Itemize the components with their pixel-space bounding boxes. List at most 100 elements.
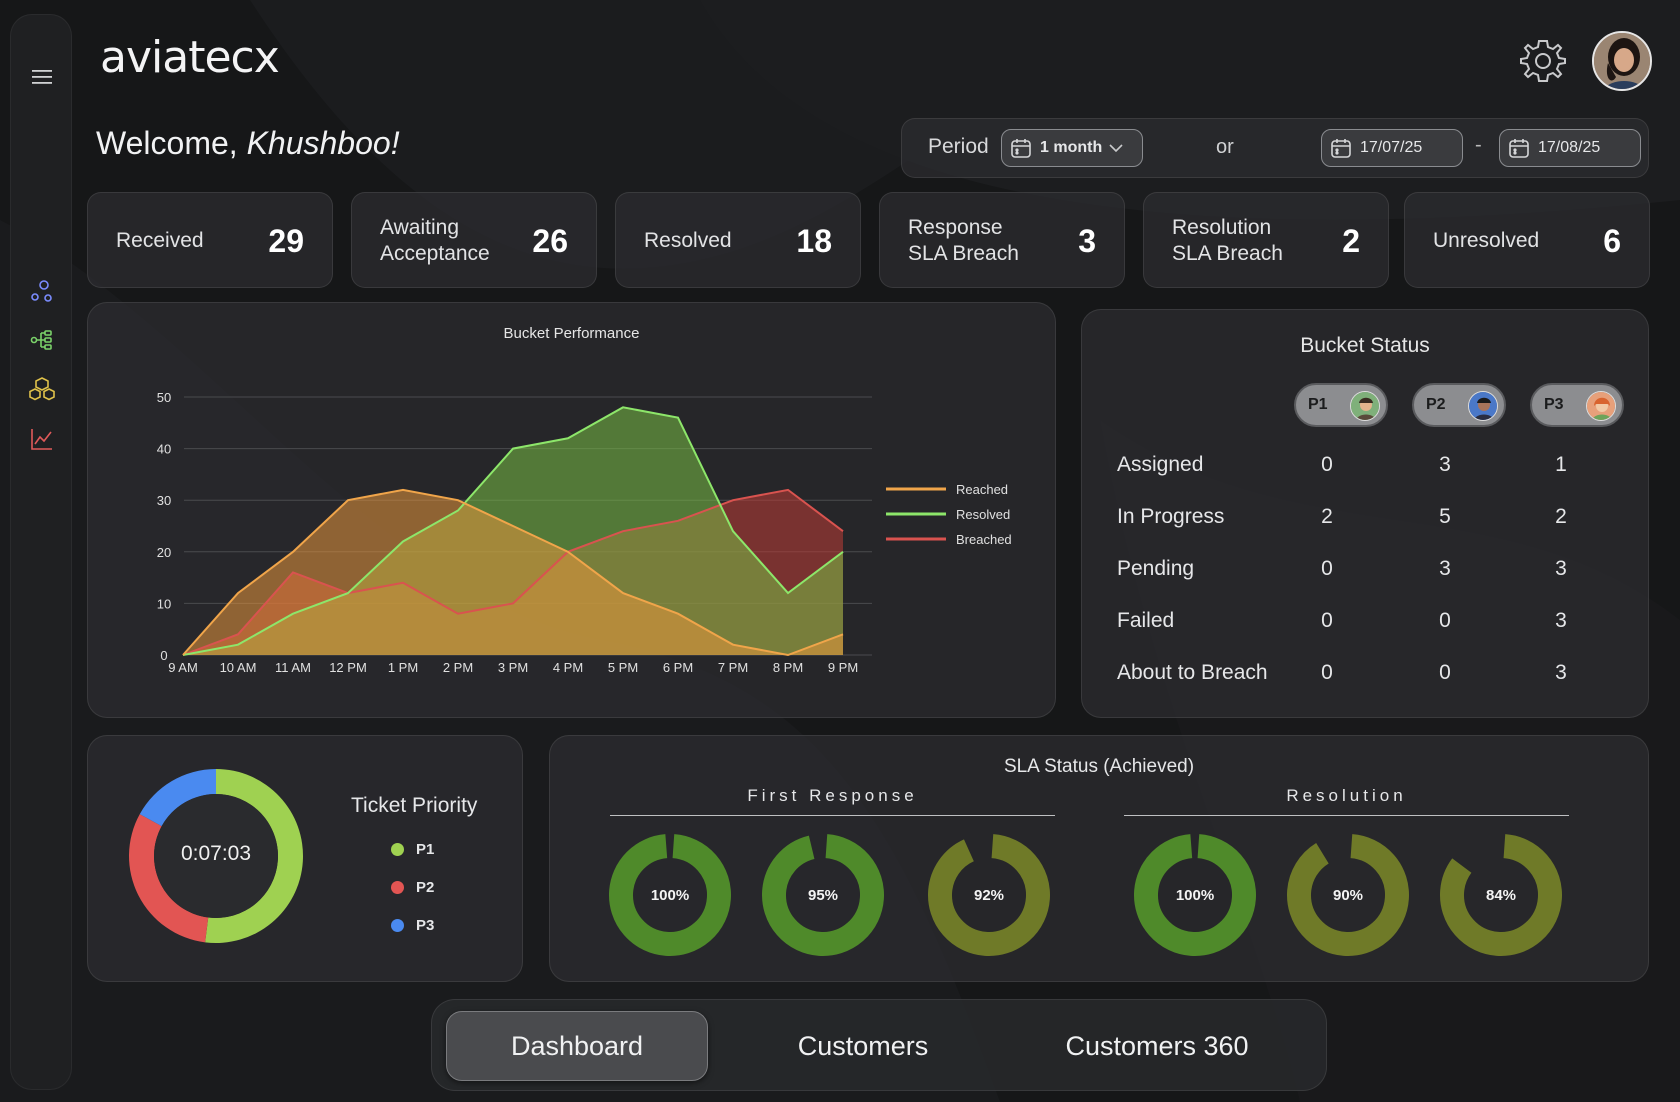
bucket-cell-p3[interactable]: 3 (1541, 557, 1581, 581)
bucket-cell-p3[interactable]: 2 (1541, 505, 1581, 529)
bucket-row-label: Assigned (1117, 453, 1204, 476)
y-tick-label: 50 (157, 390, 171, 405)
bucket-performance-chart: 0 10 20 30 40 50 9 AM 10 AM 11 AM 12 PM 1 PM 2 PM 3 … (157, 390, 1012, 675)
bucket-row-label: Pending (1117, 557, 1195, 580)
sla-ring-value: 90% (1332, 886, 1364, 904)
sla-ring-first-response[interactable]: 100% (608, 833, 732, 957)
stat-label: Awaiting Acceptance (380, 216, 490, 265)
y-tick-label: 0 (160, 648, 167, 663)
legend-label: P1 (416, 841, 435, 858)
x-tick-label: 7 PM (718, 660, 748, 675)
x-tick-label: 2 PM (443, 660, 473, 675)
sidebar-item-hierarchy[interactable] (28, 326, 56, 354)
calendar-icon (1509, 139, 1529, 158)
sla-ring-value: 84% (1485, 886, 1517, 904)
stat-value: 26 (532, 222, 568, 259)
date-from-value: 17/07/25 (1360, 139, 1423, 156)
gear-icon[interactable] (1520, 38, 1566, 84)
sla-ring-value: 100% (650, 886, 690, 904)
stat-card-awaiting-acceptance[interactable]: Awaiting Acceptance 26 (351, 192, 597, 288)
bucket-cell-p3[interactable]: 3 (1541, 661, 1581, 685)
y-tick-label: 30 (157, 493, 171, 508)
x-tick-label: 1 PM (388, 660, 418, 675)
bucket-cell-p2[interactable]: 0 (1425, 609, 1465, 633)
period-label: Period (928, 135, 989, 158)
sidebar-item-analytics[interactable] (28, 425, 56, 453)
stat-card-unresolved[interactable]: Unresolved 6 (1404, 192, 1650, 288)
legend-dot (391, 843, 404, 856)
bucket-cell-p3[interactable]: 1 (1541, 453, 1581, 477)
stat-card-resolution-sla-breach[interactable]: Resolution SLA Breach 2 (1143, 192, 1389, 288)
welcome-heading: Welcome, Khushboo! (96, 125, 400, 162)
legend-label: Resolved (956, 507, 1010, 522)
bucket-cell-p1[interactable]: 0 (1307, 557, 1347, 581)
date-to-value: 17/08/25 (1538, 139, 1601, 156)
first-response-label: First Response (747, 786, 918, 805)
priority-badge-p1[interactable]: P1 (1294, 383, 1388, 427)
ticket-priority-title: Ticket Priority (351, 794, 478, 817)
bucket-cell-p3[interactable]: 3 (1541, 609, 1581, 633)
priority-badge-p3[interactable]: P3 (1530, 383, 1624, 427)
welcome-user-name: Khushboo! (246, 125, 400, 161)
sla-ring-resolution[interactable]: 90% (1286, 833, 1410, 957)
sla-ring-resolution[interactable]: 84% (1439, 833, 1563, 957)
legend-item-p2: P2 (391, 879, 434, 896)
bucket-status-title: Bucket Status (1300, 334, 1430, 357)
bucket-cell-p2[interactable]: 3 (1425, 557, 1465, 581)
bucket-cell-p2[interactable]: 5 (1425, 505, 1465, 529)
nav-tab-customers-360[interactable]: Customers 360 (1012, 1011, 1302, 1081)
line-chart-icon (31, 429, 52, 450)
stat-label: Response SLA Breach (908, 216, 1019, 265)
avatar (1350, 391, 1380, 421)
period-select[interactable]: 1 month (1001, 129, 1143, 167)
bucket-cell-p1[interactable]: 0 (1307, 609, 1347, 633)
bucket-performance-panel: Bucket Performance 0 10 20 30 40 50 9 AM 10 AM 1… (87, 302, 1056, 718)
bucket-cell-p1[interactable]: 0 (1307, 661, 1347, 685)
stat-label: Resolution SLA Breach (1172, 216, 1283, 265)
sla-ring-first-response[interactable]: 95% (761, 833, 885, 957)
bucket-cell-p1[interactable]: 2 (1307, 505, 1347, 529)
avatar (1468, 391, 1498, 421)
menu-button[interactable] (28, 63, 56, 91)
legend-label: P2 (416, 879, 435, 896)
stat-card-received[interactable]: Received 29 (87, 192, 333, 288)
x-tick-label: 6 PM (663, 660, 693, 675)
priority-badge-p2[interactable]: P2 (1412, 383, 1506, 427)
x-tick-label: 5 PM (608, 660, 638, 675)
sla-ring-resolution[interactable]: 100% (1133, 833, 1257, 957)
legend-label: Reached (956, 482, 1008, 497)
date-from-field[interactable]: 17/07/25 (1321, 129, 1463, 167)
stat-value: 18 (796, 222, 832, 259)
y-tick-label: 20 (157, 545, 171, 560)
x-tick-label: 9 AM (168, 660, 198, 675)
nav-tab-dashboard[interactable]: Dashboard (446, 1011, 708, 1081)
sidebar-item-modules[interactable] (28, 375, 56, 403)
nav-tab-customers[interactable]: Customers (732, 1011, 994, 1081)
stat-card-response-sla-breach[interactable]: Response SLA Breach 3 (879, 192, 1125, 288)
stat-value: 3 (1078, 222, 1096, 259)
sidebar-item-network[interactable] (28, 277, 56, 305)
user-avatar[interactable] (1592, 31, 1652, 91)
bucket-cell-p2[interactable]: 3 (1425, 453, 1465, 477)
ticket-priority-panel: 0:07:03 Ticket Priority P1 P2 P3 (87, 735, 523, 982)
bucket-cell-p1[interactable]: 0 (1307, 453, 1347, 477)
stat-label: Unresolved (1433, 229, 1540, 252)
calendar-icon (1331, 139, 1351, 158)
period-value: 1 month (1040, 139, 1103, 156)
menu-icon (32, 70, 52, 84)
chevron-down-icon (1109, 144, 1123, 153)
brand-logo: aviatecx (100, 32, 280, 83)
legend-item-p1: P1 (391, 841, 434, 858)
hierarchy-icon (30, 330, 52, 350)
sla-ring-value: 92% (973, 886, 1005, 904)
y-tick-label: 40 (157, 442, 171, 457)
sla-ring-first-response[interactable]: 92% (927, 833, 1051, 957)
priority-badge-label: P3 (1544, 396, 1564, 413)
stat-card-resolved[interactable]: Resolved 18 (615, 192, 861, 288)
priority-center-value: 0:07:03 (180, 842, 252, 865)
date-to-field[interactable]: 17/08/25 (1499, 129, 1641, 167)
stat-value: 6 (1603, 222, 1621, 259)
bucket-cell-p2[interactable]: 0 (1425, 661, 1465, 685)
sidebar (10, 14, 72, 1090)
x-tick-label: 3 PM (498, 660, 528, 675)
